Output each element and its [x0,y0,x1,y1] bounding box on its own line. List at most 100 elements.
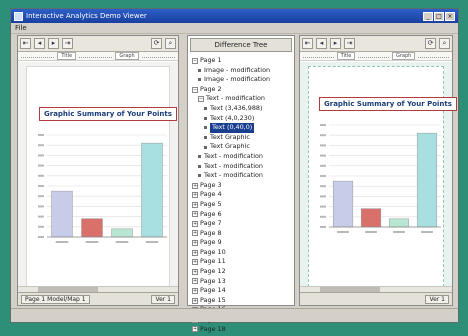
difference-tree-header: Difference Tree [190,38,292,52]
tree-node-label: Page 15 [200,295,226,304]
tree-node[interactable]: Image - modification [192,75,290,85]
tree-node[interactable]: + Page 8 [192,229,290,239]
tree-node[interactable]: Text (4,0,230) [192,114,290,124]
right-page-area: Graphic Summary of Your Points [300,62,457,291]
bar [332,180,354,228]
expand-icon[interactable]: + [192,230,198,237]
tree-node[interactable]: − Page 1 [192,56,290,66]
expand-icon[interactable]: + [192,211,198,218]
expand-icon[interactable]: + [192,326,198,333]
leaf-bullet-icon [198,174,201,178]
sync-icon[interactable]: ⟳ [151,38,162,49]
collapse-icon[interactable]: − [192,86,198,93]
y-tick-mark [38,164,44,167]
close-button[interactable]: × [445,11,455,21]
tree-node-label: Page 7 [200,219,222,228]
tree-node-label: Page 12 [200,267,226,276]
prev-page-icon[interactable]: ◂ [316,38,327,49]
x-tick-mark [145,241,159,243]
expand-icon[interactable]: + [192,268,198,275]
y-tick-mark [320,185,326,188]
tree-node[interactable]: Text - modification [192,162,290,172]
bar [111,228,133,238]
tree-node[interactable]: + Page 11 [192,257,290,267]
tree-node[interactable]: + Page 15 [192,296,290,306]
y-tick-mark [320,154,326,157]
collapse-icon[interactable]: − [192,57,198,64]
expand-icon[interactable]: + [192,182,198,189]
tree-node-label: Page 18 [200,324,226,333]
tree-node-label: Text Graphic [210,132,250,141]
right-ruler: Title Graph [300,52,452,61]
y-tick-mark [38,225,44,228]
tree-node-label: Text - modification [204,151,263,160]
left-page-area: Graphic Summary of Your Points [18,62,178,291]
next-page-icon[interactable]: ▸ [48,38,59,49]
tree-node[interactable]: Text (3,436,988) [192,104,290,114]
left-toolbar: ⇤ ◂ ▸ ⇥ ⟳ ⌕ [18,36,178,52]
expand-icon[interactable]: + [192,297,198,304]
first-page-icon[interactable]: ⇤ [302,38,313,49]
right-bar-chart [320,124,441,233]
expand-icon[interactable]: + [192,240,198,247]
y-tick-mark [320,134,326,137]
expand-icon[interactable]: + [192,220,198,227]
y-tick-mark [38,236,44,238]
tree-node[interactable]: − Text - modification [192,94,290,104]
difference-tree[interactable]: − Page 1 Image - modification Image - modif… [188,54,294,336]
leaf-bullet-icon [204,145,207,149]
minimize-button[interactable]: _ [423,11,433,21]
expand-icon[interactable]: + [192,278,198,285]
tree-node[interactable]: + Page 3 [192,181,290,191]
tree-node-label: Page 3 [200,180,222,189]
tree-node[interactable]: Text Graphic [192,142,290,152]
expand-icon[interactable]: + [192,288,198,295]
prev-page-icon[interactable]: ◂ [34,38,45,49]
tree-node-label: Page 2 [200,84,222,93]
next-page-icon[interactable]: ▸ [330,38,341,49]
expand-icon[interactable]: + [192,249,198,256]
sync-icon[interactable]: ⟳ [425,38,436,49]
tree-node[interactable]: + Page 5 [192,200,290,210]
tree-node[interactable]: Text Graphic [192,133,290,143]
y-tick-mark [320,195,326,198]
zoom-icon[interactable]: ⌕ [439,38,450,49]
tree-node[interactable]: Text - modification [192,152,290,162]
last-page-icon[interactable]: ⇥ [344,38,355,49]
collapse-icon[interactable]: − [198,96,204,103]
tree-node[interactable]: Text (0,40,0) [192,123,290,133]
window-title: Interactive Analytics Demo Viewer [26,12,147,20]
expand-icon[interactable]: + [192,201,198,208]
tree-node[interactable]: + Page 18 [192,325,290,335]
right-page: Graphic Summary of Your Points [308,66,457,287]
tree-node[interactable]: + Page 9 [192,238,290,248]
tree-node[interactable]: + Page 14 [192,286,290,296]
tree-node[interactable]: + Page 4 [192,190,290,200]
tree-node[interactable]: + Page 7 [192,219,290,229]
tree-node-label: Image - modification [204,75,271,84]
left-document-pane[interactable]: ⇤ ◂ ▸ ⇥ ⟳ ⌕ Title Graph Graphic Summary … [17,35,179,306]
tree-node[interactable]: + Page 6 [192,210,290,220]
right-document-pane[interactable]: ⇤ ◂ ▸ ⇥ ⟳ ⌕ Title Graph Graphic Summary … [299,35,457,306]
expand-icon[interactable]: + [192,259,198,266]
difference-tree-pane[interactable]: Difference Tree − Page 1 Image - modificat… [187,35,295,333]
tree-node[interactable]: Image - modification [192,66,290,76]
expand-icon[interactable]: + [192,192,198,199]
first-page-icon[interactable]: ⇤ [20,38,31,49]
tree-node[interactable]: + Page 12 [192,267,290,277]
bar [360,208,382,228]
tree-node-label: Page 14 [200,286,226,295]
right-version: Ver 1 [425,294,449,304]
tree-node[interactable]: − Page 2 [192,85,290,95]
tree-node[interactable]: + Page 10 [192,248,290,258]
tree-node[interactable]: + Page 13 [192,277,290,287]
maximize-button[interactable]: □ [434,11,444,21]
chart-title: Graphic Summary of Your Points [39,107,177,121]
ruler-graph-box: Graph [115,52,139,60]
menu-file[interactable]: File [15,24,27,32]
tree-node-label: Page 11 [200,257,226,266]
x-tick-mark [55,241,69,243]
tree-node[interactable]: Text - modification [192,171,290,181]
zoom-icon[interactable]: ⌕ [165,38,176,49]
last-page-icon[interactable]: ⇥ [62,38,73,49]
